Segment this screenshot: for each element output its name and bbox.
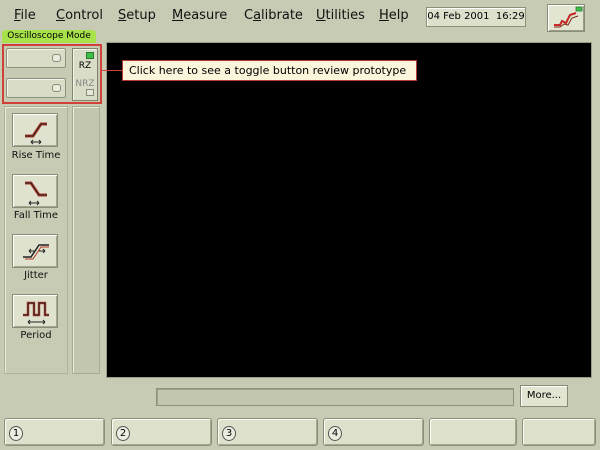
softkey-number: 1 (9, 426, 23, 441)
menu-control[interactable]: Control (56, 8, 103, 23)
time-text: 16:29 (495, 11, 525, 22)
waveform-logo-icon (554, 6, 583, 28)
jitter-button[interactable] (12, 234, 58, 268)
fall-time-button[interactable] (12, 174, 58, 208)
rise-time-label: Rise Time (11, 150, 61, 161)
menu-measure[interactable]: Measure (172, 8, 227, 23)
jitter-icon (23, 244, 49, 260)
control-button-1[interactable] (6, 48, 66, 68)
period-icon (23, 301, 49, 325)
menu-calibrate[interactable]: Calibrate (244, 8, 303, 23)
toggle-option-rz: RZ (78, 61, 92, 71)
status-message-field (156, 388, 514, 406)
rz-nrz-toggle-button[interactable]: RZ NRZ (72, 48, 98, 101)
softkey-number: 4 (328, 426, 342, 441)
softkey-number: 2 (116, 426, 130, 441)
menu-help[interactable]: Help (379, 8, 409, 23)
softkey-6[interactable] (522, 418, 596, 446)
date-time-display: 04 Feb 2001 16:29 (426, 7, 526, 27)
softkey-number: 3 (222, 426, 236, 441)
fall-time-label: Fall Time (13, 210, 59, 221)
app-logo-button[interactable] (547, 4, 585, 32)
callout-connector (102, 70, 122, 71)
control-button-2[interactable] (6, 78, 66, 98)
jitter-label: Jitter (24, 270, 48, 281)
indicator-led-icon (52, 54, 61, 62)
period-button[interactable] (12, 294, 58, 328)
measurement-scroll-track[interactable] (72, 106, 100, 374)
rise-time-icon (25, 122, 47, 145)
more-button[interactable]: More... (520, 385, 568, 407)
softkey-2[interactable]: 2 (111, 418, 212, 446)
menu-setup[interactable]: Setup (118, 8, 156, 23)
inactive-led-icon (86, 89, 94, 96)
toggle-review-callout[interactable]: Click here to see a toggle button review… (122, 60, 417, 81)
softkey-1[interactable]: 1 (4, 418, 105, 446)
menu-bar: File Control Setup Measure Calibrate Uti… (0, 0, 600, 34)
rise-time-button[interactable] (12, 113, 58, 147)
toggle-option-nrz: NRZ (75, 79, 95, 89)
period-label: Period (20, 330, 52, 341)
softkey-3[interactable]: 3 (217, 418, 318, 446)
waveform-display[interactable] (106, 42, 592, 378)
active-led-icon (86, 52, 94, 59)
softkey-4[interactable]: 4 (323, 418, 424, 446)
softkey-5[interactable] (429, 418, 517, 446)
menu-utilities[interactable]: Utilities (316, 8, 365, 23)
mode-tab: Oscilloscope Mode (2, 30, 96, 43)
date-text: 04 Feb 2001 (427, 11, 490, 22)
fall-time-icon (25, 181, 47, 206)
indicator-led-icon (52, 84, 61, 92)
menu-file[interactable]: File (14, 8, 36, 23)
